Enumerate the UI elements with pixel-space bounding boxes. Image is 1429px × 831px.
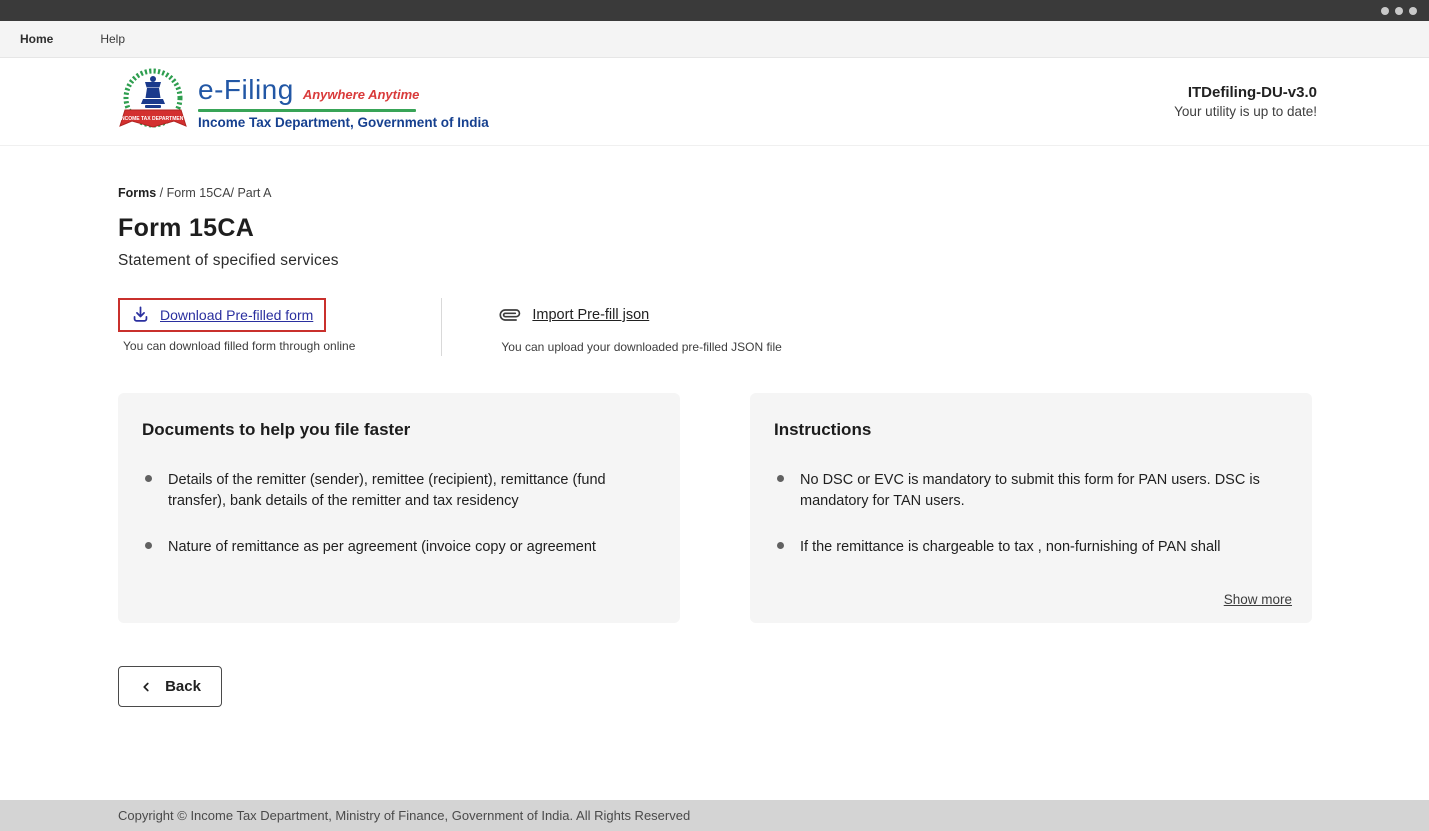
- income-tax-emblem-icon: INCOME TAX DEPARTMENT: [118, 65, 188, 139]
- bullet-icon: [777, 475, 784, 482]
- chevron-left-icon: [139, 680, 153, 694]
- show-more-link[interactable]: Show more: [1224, 592, 1292, 607]
- instructions-card: Instructions No DSC or EVC is mandatory …: [750, 393, 1312, 623]
- instructions-bullet-text: If the remittance is chargeable to tax ,…: [800, 537, 1220, 558]
- download-prefilled-form-label: Download Pre-filled form: [160, 307, 313, 323]
- brand-text: e-Filing Anywhere Anytime Income Tax Dep…: [198, 74, 489, 130]
- page-subtitle: Statement of specified services: [118, 252, 1429, 270]
- brand-divider: [198, 109, 416, 112]
- list-item: Nature of remittance as per agreement (i…: [142, 537, 656, 558]
- window-control-dot-icon[interactable]: [1395, 7, 1403, 15]
- utility-info: ITDefiling-DU-v3.0 Your utility is up to…: [1174, 84, 1317, 119]
- back-button-label: Back: [165, 678, 201, 695]
- breadcrumb-forms-link[interactable]: Forms: [118, 186, 156, 200]
- import-prefill-json-link[interactable]: Import Pre-fill json: [500, 305, 649, 325]
- page-title: Form 15CA: [118, 214, 1429, 243]
- breadcrumb: Forms / Form 15CA/ Part A: [118, 186, 1429, 200]
- back-button[interactable]: Back: [118, 666, 222, 707]
- actions-divider: [441, 298, 442, 356]
- brand-title: e-Filing: [198, 74, 294, 106]
- info-cards: Documents to help you file faster Detail…: [118, 393, 1429, 623]
- import-action: Import Pre-fill json You can upload your…: [500, 298, 781, 354]
- window-control-dot-icon[interactable]: [1381, 7, 1389, 15]
- app-header: INCOME TAX DEPARTMENT e-Filing Anywhere …: [0, 58, 1429, 146]
- window-controls[interactable]: [1381, 7, 1417, 15]
- bullet-icon: [145, 475, 152, 482]
- documents-card-title: Documents to help you file faster: [142, 420, 656, 440]
- import-description: You can upload your downloaded pre-fille…: [501, 340, 781, 354]
- import-prefill-json-label: Import Pre-fill json: [532, 307, 649, 323]
- window-titlebar: [0, 0, 1429, 21]
- documents-bullet-list: Details of the remitter (sender), remitt…: [142, 470, 656, 558]
- menu-item-home[interactable]: Home: [20, 32, 53, 46]
- bullet-icon: [145, 542, 152, 549]
- instructions-bullet-text: No DSC or EVC is mandatory to submit thi…: [800, 470, 1270, 513]
- download-prefilled-form-button[interactable]: Download Pre-filled form: [118, 298, 326, 332]
- documents-bullet-text: Nature of remittance as per agreement (i…: [168, 537, 596, 558]
- instructions-card-title: Instructions: [774, 420, 1288, 440]
- download-icon: [131, 305, 150, 324]
- efiling-logo: INCOME TAX DEPARTMENT e-Filing Anywhere …: [118, 65, 489, 139]
- documents-card: Documents to help you file faster Detail…: [118, 393, 680, 623]
- documents-bullet-text: Details of the remitter (sender), remitt…: [168, 470, 613, 513]
- paperclip-icon: [496, 301, 524, 329]
- list-item: If the remittance is chargeable to tax ,…: [774, 537, 1288, 558]
- menu-item-help[interactable]: Help: [100, 32, 125, 46]
- utility-version: ITDefiling-DU-v3.0: [1174, 84, 1317, 101]
- main-content: Forms / Form 15CA/ Part A Form 15CA Stat…: [0, 146, 1429, 800]
- breadcrumb-path: / Form 15CA/ Part A: [156, 186, 271, 200]
- prefill-actions: Download Pre-filled form You can downloa…: [118, 298, 1429, 356]
- brand-subtitle: Income Tax Department, Government of Ind…: [198, 115, 489, 130]
- footer: Copyright © Income Tax Department, Minis…: [0, 800, 1429, 831]
- bullet-icon: [777, 542, 784, 549]
- list-item: Details of the remitter (sender), remitt…: [142, 470, 656, 513]
- emblem-banner-text: INCOME TAX DEPARTMENT: [120, 116, 187, 122]
- window-control-dot-icon[interactable]: [1409, 7, 1417, 15]
- download-action: Download Pre-filled form You can downloa…: [118, 298, 355, 353]
- brand-tagline: Anywhere Anytime: [303, 87, 420, 102]
- list-item: No DSC or EVC is mandatory to submit thi…: [774, 470, 1288, 513]
- instructions-bullet-list: No DSC or EVC is mandatory to submit thi…: [774, 470, 1288, 558]
- copyright-text: Copyright © Income Tax Department, Minis…: [118, 808, 690, 823]
- utility-status: Your utility is up to date!: [1174, 104, 1317, 119]
- menubar: Home Help: [0, 21, 1429, 58]
- download-description: You can download filled form through onl…: [123, 339, 355, 353]
